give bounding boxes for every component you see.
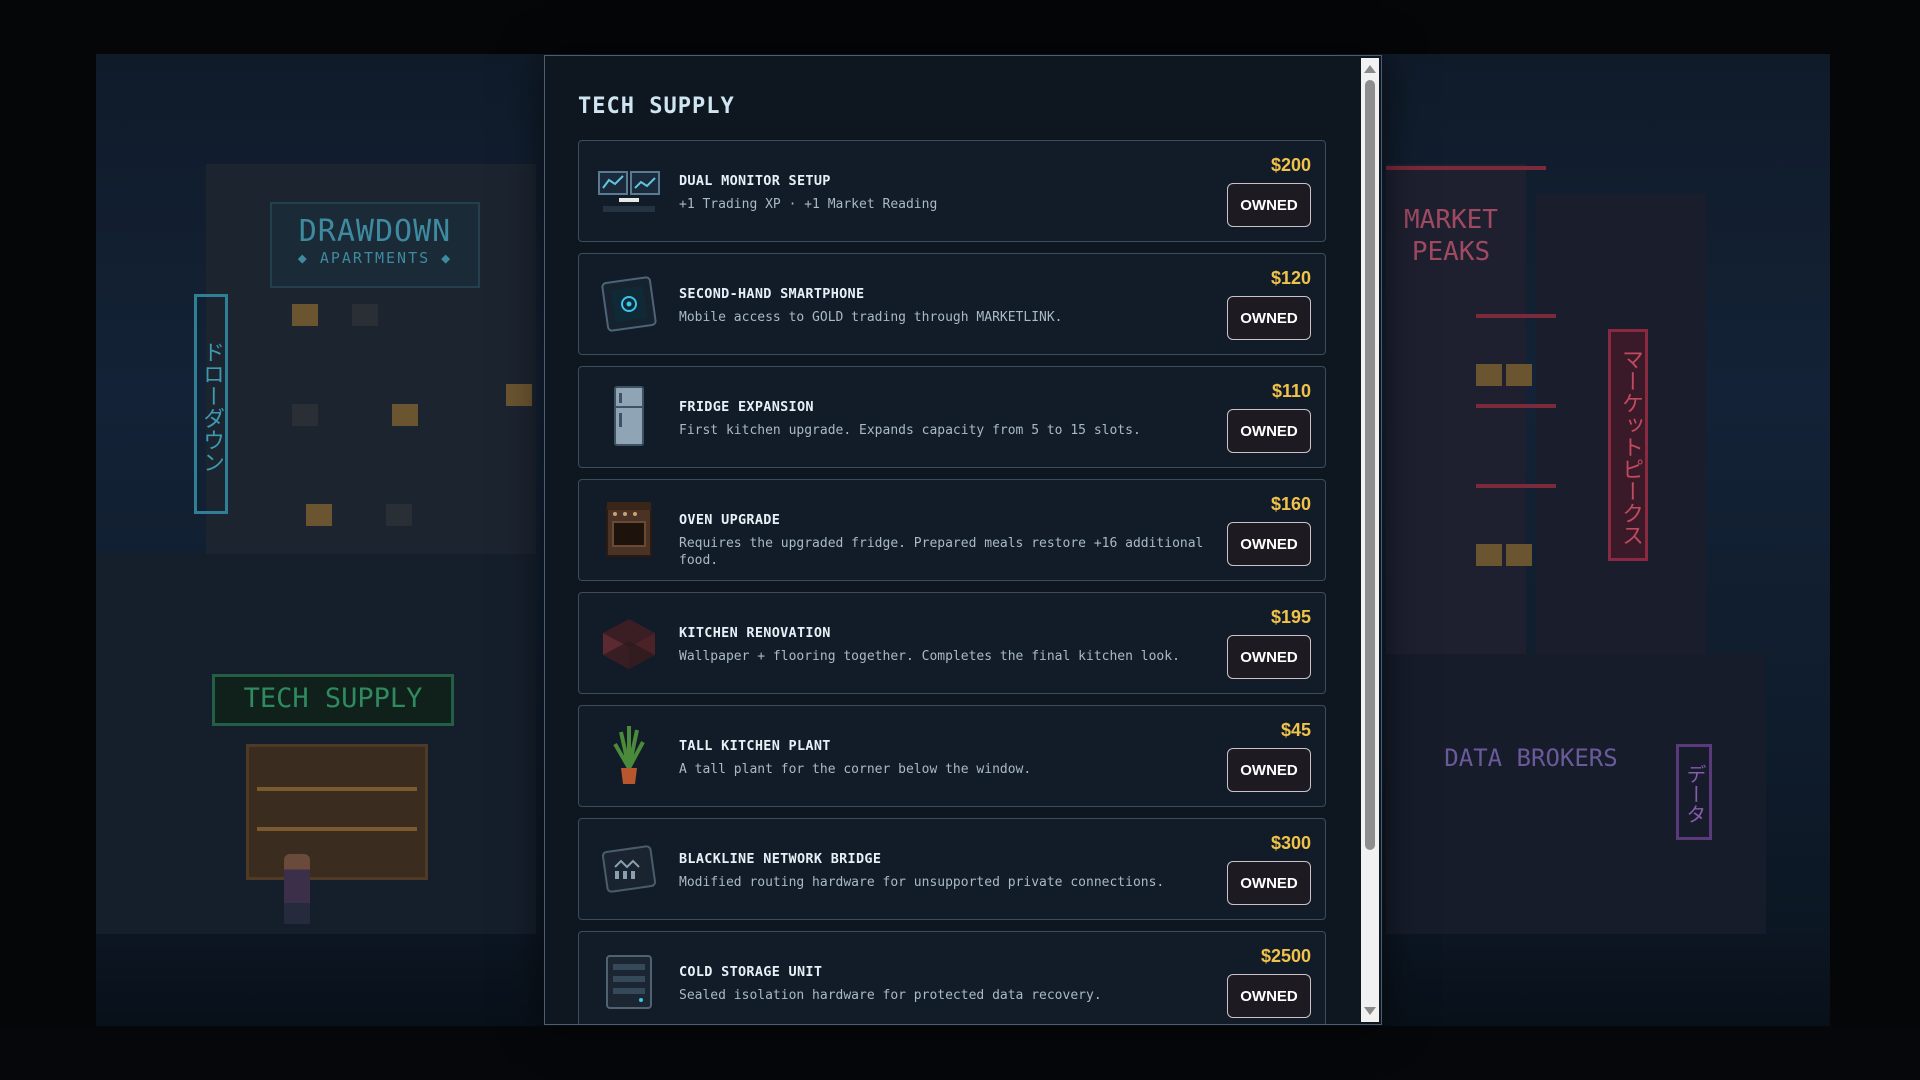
owned-button[interactable]: OWNED (1227, 296, 1311, 340)
window (1506, 364, 1532, 386)
market-peaks-sign: MARKET PEAKS (1404, 205, 1498, 267)
item-price: $200 (1270, 155, 1311, 175)
owned-button[interactable]: OWNED (1227, 861, 1311, 905)
data-brokers-sign: DATA BROKERS (1444, 744, 1618, 772)
shop-item-network-bridge[interactable]: BLACKLINE NETWORK BRIDGE Modified routin… (578, 818, 1326, 920)
item-description: Wallpaper + flooring together. Completes… (679, 649, 1180, 664)
network-bridge-icon (597, 839, 661, 899)
scrollbar-thumb[interactable] (1365, 80, 1375, 850)
oven-icon (597, 500, 661, 560)
cold-storage-icon (597, 952, 661, 1012)
tech-supply-storefront (246, 744, 428, 880)
shop-item-list[interactable]: DUAL MONITOR SETUP +1 Trading XP · +1 Ma… (578, 140, 1326, 1024)
shop-title: TECH SUPPLY (578, 94, 735, 119)
tech-supply-shop-panel: TECH SUPPLY DUAL MONITOR SETUP +1 Tradin… (544, 55, 1382, 1025)
shop-item-kitchen-renovation[interactable]: KITCHEN RENOVATION Wallpaper + flooring … (578, 592, 1326, 694)
item-price: $110 (1271, 381, 1311, 401)
tech-supply-storefront-sign: TECH SUPPLY (212, 674, 454, 726)
owned-button[interactable]: OWNED (1227, 409, 1311, 453)
drawdown-vertical-sign: ドローダウン (194, 294, 228, 514)
window (292, 404, 318, 426)
neon-strip (1476, 314, 1556, 318)
item-price: $120 (1270, 268, 1311, 288)
item-description: A tall plant for the corner below the wi… (679, 762, 1032, 777)
shop-item-cold-storage[interactable]: COLD STORAGE UNIT Sealed isolation hardw… (578, 931, 1326, 1024)
owned-button[interactable]: OWNED (1227, 974, 1311, 1018)
drawdown-sign-subtitle: ◆ APARTMENTS ◆ (297, 249, 453, 267)
player-character (284, 854, 310, 924)
item-name: KITCHEN RENOVATION (679, 625, 831, 641)
item-description: Sealed isolation hardware for protected … (679, 988, 1102, 1003)
plant-icon (597, 726, 661, 786)
shop-item-smartphone[interactable]: SECOND-HAND SMARTPHONE Mobile access to … (578, 253, 1326, 355)
item-name: SECOND-HAND SMARTPHONE (679, 286, 865, 302)
item-price: $160 (1270, 494, 1311, 514)
item-price: $2500 (1260, 946, 1311, 966)
owned-button[interactable]: OWNED (1227, 183, 1311, 227)
owned-button[interactable]: OWNED (1227, 522, 1311, 566)
neon-strip (1386, 166, 1546, 170)
kitchen-room-icon (597, 613, 661, 673)
window (1506, 544, 1532, 566)
shop-item-dual-monitor[interactable]: DUAL MONITOR SETUP +1 Trading XP · +1 Ma… (578, 140, 1326, 242)
fridge-icon (597, 386, 661, 447)
dual-monitor-icon (597, 161, 661, 221)
shop-item-oven[interactable]: OVEN UPGRADE Requires the upgraded fridg… (578, 479, 1326, 581)
item-description: First kitchen upgrade. Expands capacity … (679, 423, 1141, 438)
market-peaks-vertical-sign: マーケットピークス (1608, 329, 1648, 561)
bottom-letterbox (0, 1026, 1920, 1080)
game-scene: DRAWDOWN ◆ APARTMENTS ◆ ドローダウン TECH SUPP… (0, 0, 1920, 1080)
item-name: BLACKLINE NETWORK BRIDGE (679, 851, 882, 867)
shop-item-plant[interactable]: TALL KITCHEN PLANT A tall plant for the … (578, 705, 1326, 807)
scroll-up-arrow-icon[interactable] (1364, 65, 1376, 73)
neon-strip (1476, 484, 1556, 488)
item-description: Modified routing hardware for unsupporte… (679, 875, 1165, 890)
window (386, 504, 412, 526)
shelf (257, 787, 417, 791)
item-name: COLD STORAGE UNIT (679, 964, 823, 980)
item-description: Mobile access to GOLD trading through MA… (679, 310, 1063, 325)
window (1476, 364, 1502, 386)
window (292, 304, 318, 326)
neon-strip (1476, 404, 1556, 408)
window (506, 384, 532, 406)
owned-button[interactable]: OWNED (1227, 748, 1311, 792)
shop-item-fridge[interactable]: FRIDGE EXPANSION First kitchen upgrade. … (578, 366, 1326, 468)
drawdown-sign: DRAWDOWN ◆ APARTMENTS ◆ (270, 202, 480, 288)
item-name: DUAL MONITOR SETUP (679, 173, 831, 189)
item-name: TALL KITCHEN PLANT (679, 738, 831, 754)
shop-scrollbar[interactable] (1361, 58, 1379, 1022)
item-description: +1 Trading XP · +1 Market Reading (679, 197, 938, 212)
shelf (257, 827, 417, 831)
smartphone-icon (597, 274, 661, 334)
window (306, 504, 332, 526)
item-price: $300 (1270, 833, 1311, 853)
item-name: FRIDGE EXPANSION (679, 399, 814, 415)
drawdown-sign-title: DRAWDOWN (298, 214, 452, 249)
owned-button[interactable]: OWNED (1227, 635, 1311, 679)
window (352, 304, 378, 326)
item-description: Requires the upgraded fridge. Prepared m… (679, 536, 1204, 568)
item-price: $45 (1280, 720, 1311, 740)
window (1476, 544, 1502, 566)
item-price: $195 (1270, 607, 1311, 627)
scroll-down-arrow-icon[interactable] (1364, 1007, 1376, 1015)
item-name: OVEN UPGRADE (679, 512, 781, 528)
window (392, 404, 418, 426)
data-vertical-sign: データ (1676, 744, 1712, 840)
